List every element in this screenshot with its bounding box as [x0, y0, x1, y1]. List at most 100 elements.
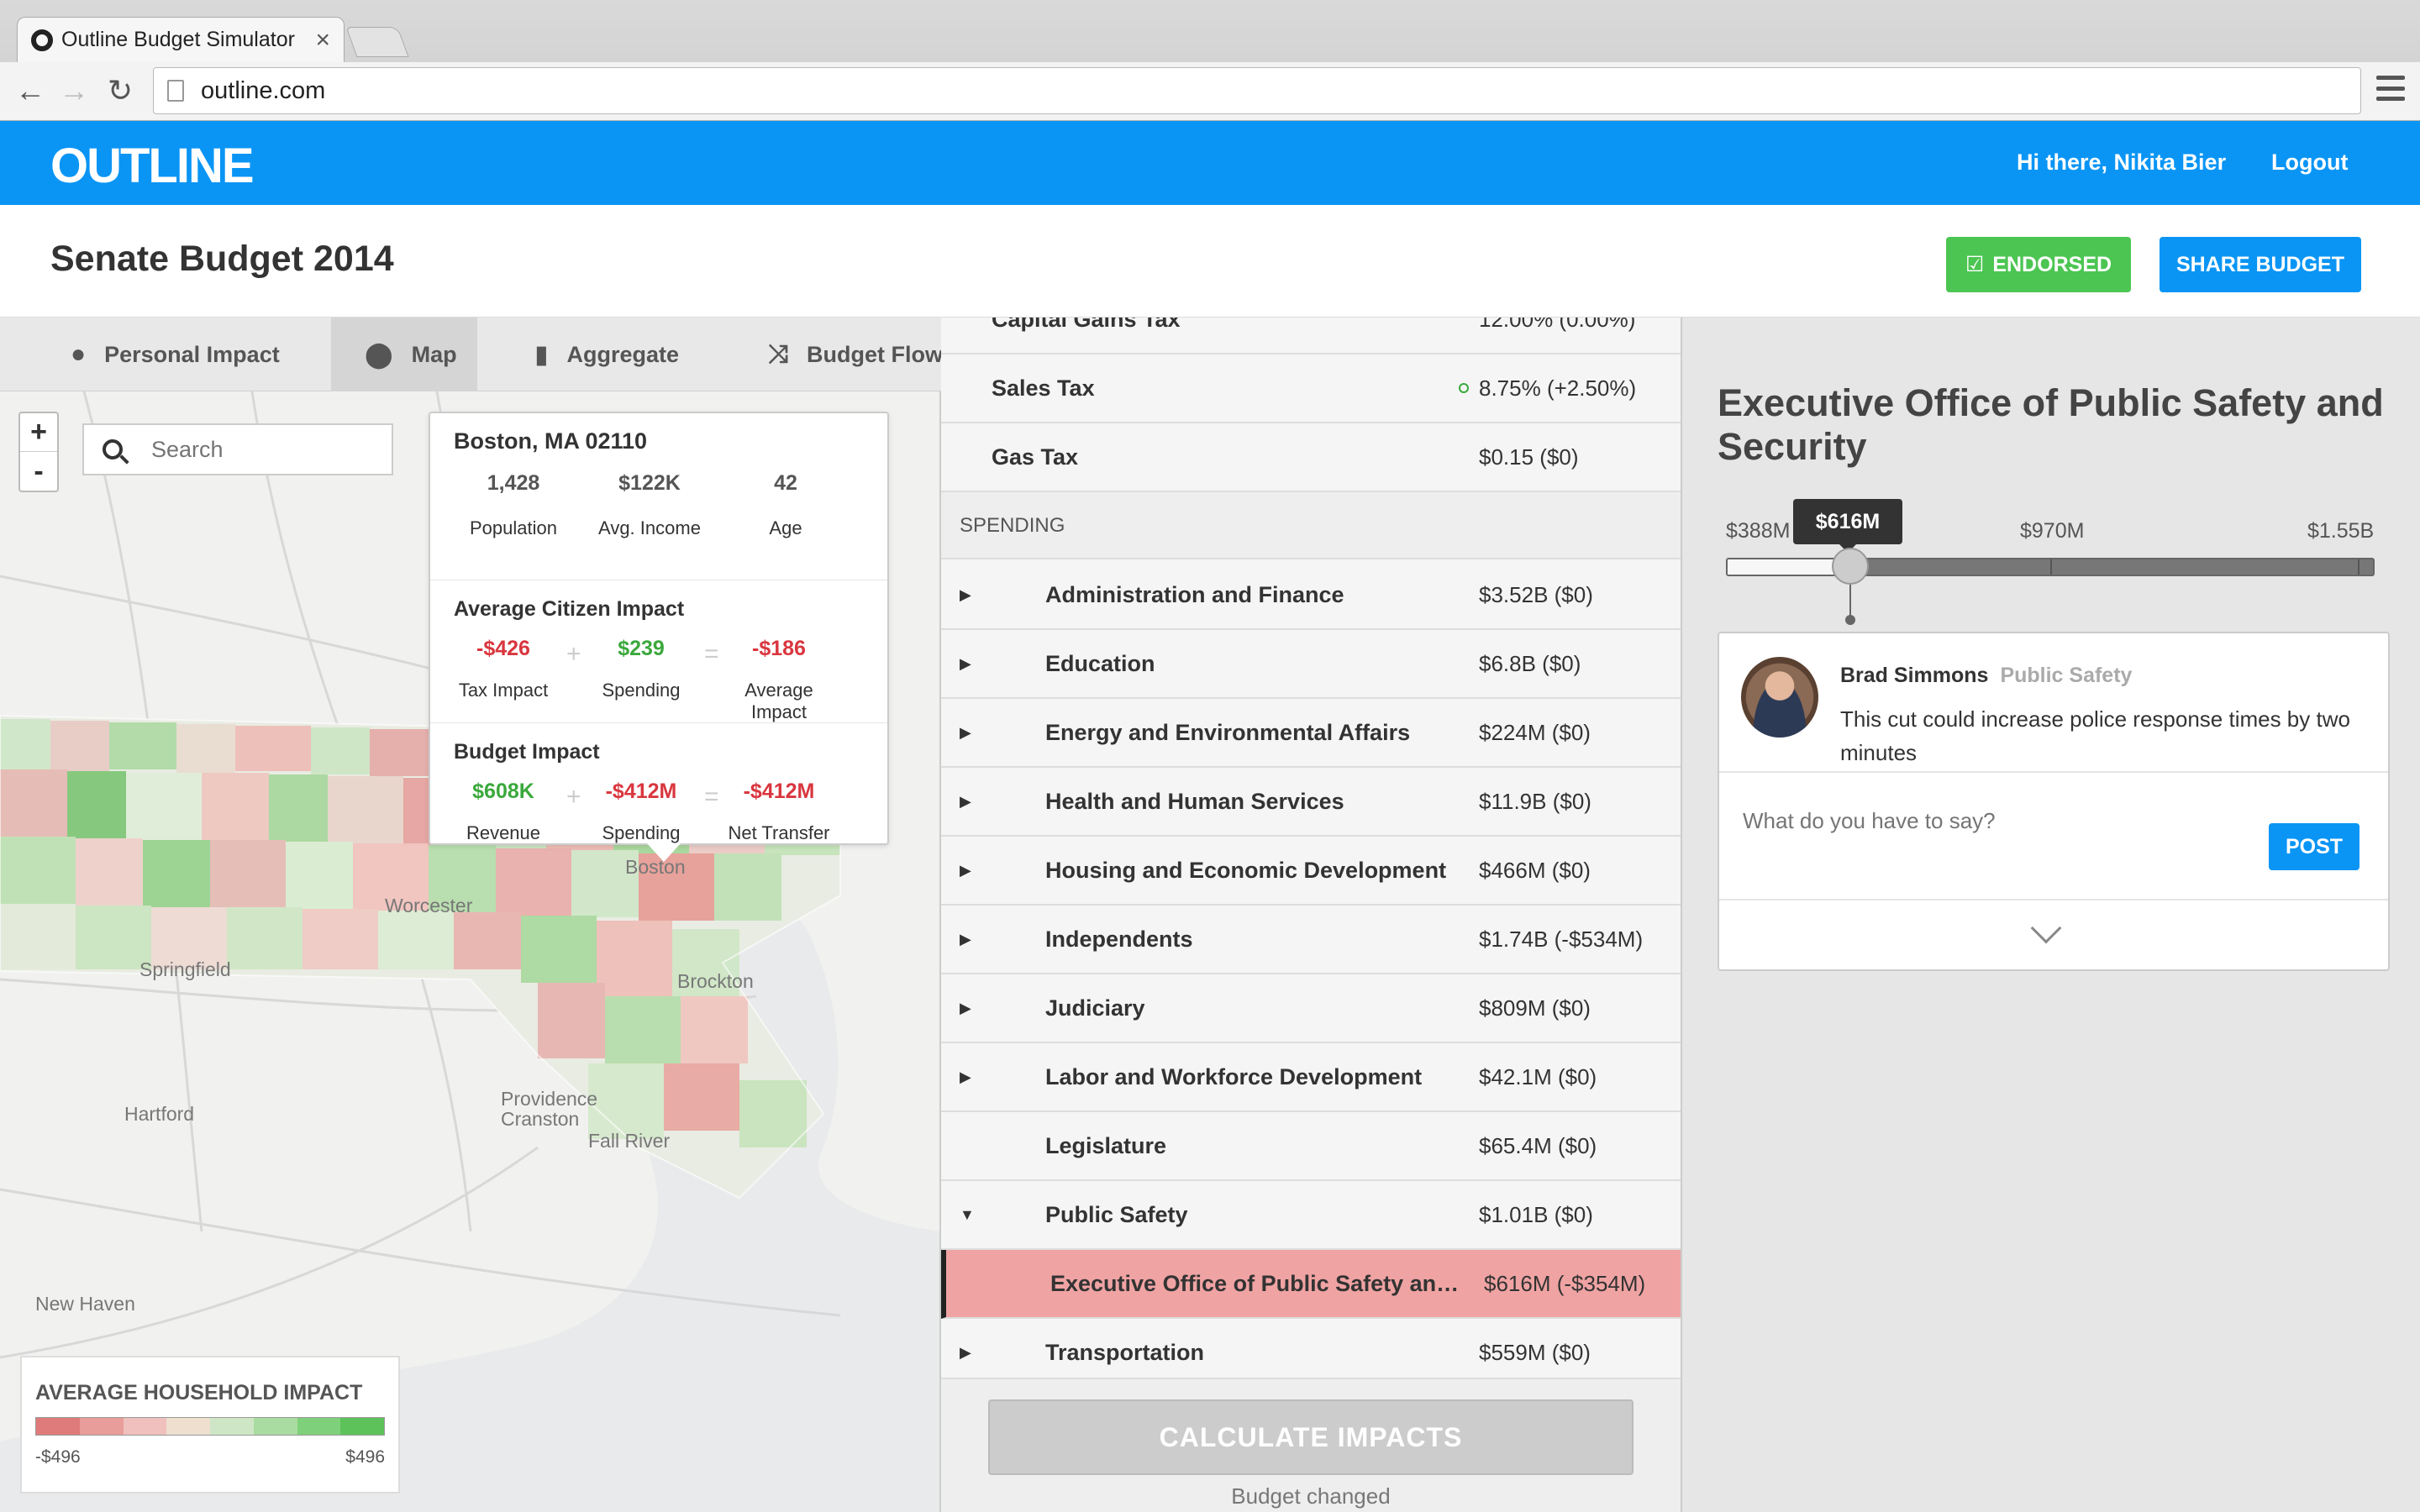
- row-value: $616M (-$354M): [1484, 1270, 1646, 1296]
- comment-author: Brad Simmons Public Safety: [1840, 664, 2132, 688]
- expand-arrow-icon[interactable]: ▶: [960, 862, 971, 879]
- back-icon[interactable]: ←: [15, 74, 45, 108]
- budget-row-gas-tax[interactable]: Gas Tax $0.15 ($0): [941, 423, 1681, 492]
- tab-map[interactable]: ⬤ Map: [331, 318, 477, 391]
- budget-row[interactable]: ▶ Housing and Economic Development $466M (…: [941, 837, 1681, 906]
- legend-swatch: [36, 1418, 80, 1435]
- tab-aggregate[interactable]: ▮ Aggregate: [534, 318, 736, 391]
- tab-budget-flow[interactable]: ⤨ Budget Flow: [768, 318, 941, 391]
- map-label: Cranston: [501, 1108, 579, 1130]
- row-name: Executive Office of Public Safety and Se…: [1050, 1270, 1470, 1296]
- expand-arrow-icon[interactable]: ▶: [960, 793, 971, 811]
- avatar[interactable]: [1741, 657, 1818, 738]
- address-bar[interactable]: outline.com: [153, 67, 2361, 114]
- budget-row[interactable]: ▶ Independents $1.74B (-$534M): [941, 906, 1681, 974]
- row-name: Legislature: [1045, 1132, 1167, 1158]
- tax-impact-value: -$426: [476, 637, 530, 660]
- forward-icon[interactable]: →: [59, 74, 89, 108]
- endorsed-button[interactable]: ☑ ENDORSED: [1946, 237, 2131, 292]
- budget-row-sales-tax[interactable]: Sales Tax 8.75% (+2.50%): [941, 354, 1681, 423]
- logo[interactable]: OUTLINE: [50, 138, 255, 194]
- budget-slider-track[interactable]: [1726, 558, 2375, 576]
- expand-arrow-icon[interactable]: ▶: [960, 1068, 971, 1086]
- map-label: New Haven: [35, 1293, 135, 1315]
- map-search[interactable]: [82, 423, 393, 475]
- search-input[interactable]: [151, 436, 361, 463]
- section-title: Average Citizen Impact: [454, 597, 685, 621]
- tab-label: Personal Impact: [104, 341, 280, 367]
- net-transfer-label: Net Transfer: [728, 822, 830, 843]
- budget-row[interactable]: ▶ Administration and Finance $3.52B ($0): [941, 561, 1681, 630]
- equals-icon: =: [704, 640, 719, 668]
- title-bar: Senate Budget 2014 ☑ ENDORSED SHARE BUDG…: [0, 205, 2420, 318]
- citizen-impact-section: Average Citizen Impact -$426 Tax Impact +…: [430, 580, 887, 723]
- legend-swatch: [166, 1418, 210, 1435]
- share-budget-button[interactable]: SHARE BUDGET: [2160, 237, 2361, 292]
- logout-link[interactable]: Logout: [2271, 150, 2348, 176]
- zoom-in-button[interactable]: +: [20, 413, 57, 452]
- tab-personal-impact[interactable]: ● Personal Impact: [71, 318, 323, 391]
- calculate-area: CALCULATE IMPACTS Budget changed: [941, 1378, 1681, 1512]
- chevron-down-icon[interactable]: [2030, 912, 2062, 944]
- budget-row[interactable]: ▼ Public Safety $1.01B ($0): [941, 1181, 1681, 1250]
- tab-label: Map: [411, 341, 457, 367]
- browser-menu-icon[interactable]: [2376, 76, 2405, 101]
- expand-arrow-icon[interactable]: ▶: [960, 1000, 971, 1017]
- expand-arrow-icon[interactable]: ▶: [960, 931, 971, 948]
- expand-arrow-icon[interactable]: ▶: [960, 1344, 971, 1362]
- spending-label: Spending: [602, 822, 681, 843]
- search-icon: [103, 439, 123, 459]
- comment-input[interactable]: [1743, 808, 2247, 834]
- popup-location: Boston, MA 02110: [454, 428, 648, 454]
- app-header: OUTLINE Hi there, Nikita Bier Logout: [0, 121, 2420, 205]
- equals-icon: =: [704, 783, 719, 811]
- zoom-out-button[interactable]: -: [20, 452, 57, 491]
- reload-icon[interactable]: ↻: [108, 74, 133, 108]
- map-label: Springfield: [139, 958, 231, 980]
- legend-swatch: [253, 1418, 297, 1435]
- post-button[interactable]: POST: [2269, 823, 2360, 870]
- budget-row[interactable]: ▶ Labor and Workforce Development $42.1M (…: [941, 1043, 1681, 1112]
- slider-tick: [2358, 559, 2360, 575]
- budget-row[interactable]: ▶ Judiciary $809M ($0): [941, 974, 1681, 1043]
- flow-icon: ⤨: [768, 340, 788, 368]
- comment-text: This cut could increase police response …: [1840, 706, 2350, 765]
- budget-status: Budget changed: [1231, 1483, 1391, 1509]
- budget-row[interactable]: ▶ Energy and Environmental Affairs $224M (…: [941, 699, 1681, 768]
- calculate-impacts-button[interactable]: CALCULATE IMPACTS: [988, 1399, 1634, 1475]
- budget-row[interactable]: Legislature $65.4M ($0): [941, 1112, 1681, 1181]
- legend-swatch: [79, 1418, 124, 1435]
- tab-label: Aggregate: [566, 341, 680, 367]
- author-name[interactable]: Brad Simmons: [1840, 664, 1988, 687]
- row-name: Administration and Finance: [1045, 581, 1344, 607]
- user-greeting[interactable]: Hi there, Nikita Bier: [2017, 150, 2226, 176]
- budget-impact-section: Budget Impact $608K Revenue + -$412M Spend…: [430, 723, 887, 866]
- budget-row-selected[interactable]: Executive Office of Public Safety and Se…: [941, 1250, 1681, 1319]
- map-label: Worcester: [385, 895, 473, 916]
- row-name: Education: [1045, 650, 1155, 676]
- slider-mid-label: $970M: [2020, 519, 2085, 543]
- slider-labels: $388M $970M $1.55B: [1726, 519, 2374, 546]
- row-name: Energy and Environmental Affairs: [1045, 719, 1411, 745]
- slider-handle[interactable]: [1832, 548, 1869, 585]
- person-icon: ●: [71, 340, 87, 368]
- stat-label: Population: [470, 517, 557, 538]
- detail-title: Executive Office of Public Safety and Se…: [1718, 381, 2384, 468]
- budget-row-capital-gains[interactable]: Capital Gains Tax 12.00% (0.00%): [941, 318, 1681, 354]
- expand-arrow-icon[interactable]: ▶: [960, 655, 971, 673]
- row-name: Public Safety: [1045, 1201, 1188, 1227]
- legend-swatch: [210, 1418, 254, 1435]
- browser-tab[interactable]: Outline Budget Simulator ×: [17, 17, 345, 62]
- budget-row[interactable]: ▶ Education $6.8B ($0): [941, 630, 1681, 699]
- collapse-arrow-icon[interactable]: ▼: [960, 1206, 975, 1224]
- stat-income: $122K Avg. Income: [581, 471, 718, 580]
- expand-arrow-icon[interactable]: ▶: [960, 724, 971, 742]
- legend-swatch: [297, 1418, 341, 1435]
- new-tab-button[interactable]: [345, 27, 409, 57]
- close-tab-icon[interactable]: ×: [315, 26, 330, 55]
- spending-label: Spending: [602, 680, 681, 701]
- slider-min-label: $388M: [1726, 519, 1791, 543]
- tab-label: Budget Flow: [807, 341, 941, 367]
- expand-arrow-icon[interactable]: ▶: [960, 586, 971, 604]
- budget-row[interactable]: ▶ Health and Human Services $11.9B ($0): [941, 768, 1681, 837]
